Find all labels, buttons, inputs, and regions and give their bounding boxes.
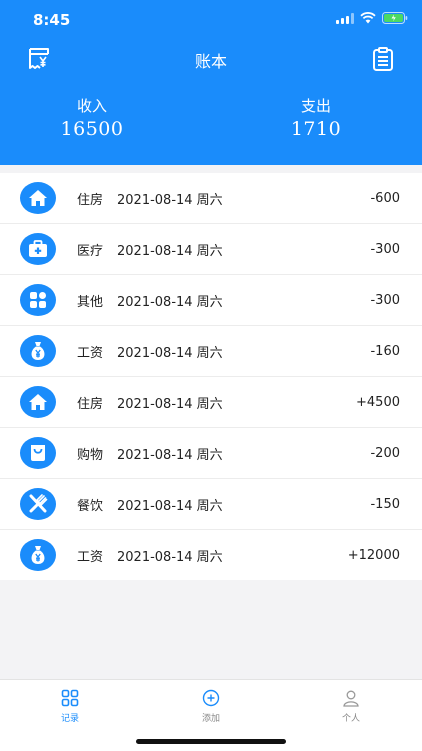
list-item[interactable]: 工资 2021-08-14 周六 +12000 [0,530,422,580]
list-item[interactable]: 购物 2021-08-14 周六 -200 [0,428,422,479]
list-item[interactable]: 住房 2021-08-14 周六 +4500 [0,377,422,428]
record-date: 2021-08-14 周六 [117,549,223,565]
tab-records[interactable]: 记录 [40,689,100,724]
record-amount: -600 [370,190,400,206]
money-bag-icon [20,539,56,571]
record-category: 工资 [77,549,104,565]
wifi-icon [360,12,376,24]
status-icons [336,12,408,24]
income-value: 16500 [60,118,124,140]
record-category: 餐饮 [77,498,104,514]
list-item[interactable]: 餐饮 2021-08-14 周六 -150 [0,479,422,530]
record-date: 2021-08-14 周六 [117,192,223,208]
record-amount: +4500 [356,394,400,410]
expense-label: 支出 [300,97,331,115]
record-amount: -300 [370,292,400,308]
income-label: 收入 [76,97,107,115]
expense-value: 1710 [290,118,342,140]
record-date: 2021-08-14 周六 [117,447,223,463]
list-item[interactable]: 住房 2021-08-14 周六 -600 [0,173,422,224]
expense-summary: 支出 1710 [236,95,396,140]
record-date: 2021-08-14 周六 [117,498,223,514]
record-category: 购物 [77,447,104,463]
record-amount: -300 [370,241,400,257]
home-indicator [136,739,286,744]
record-amount: +12000 [347,547,400,563]
house-icon [20,182,56,214]
tab-label: 记录 [60,714,79,724]
tab-profile[interactable]: 个人 [321,689,381,724]
plus-circle-icon [202,689,220,707]
record-date: 2021-08-14 周六 [117,243,223,259]
record-category: 其他 [77,294,104,310]
record-category: 住房 [77,396,104,412]
record-amount: -200 [370,445,400,461]
utensils-icon [20,488,56,520]
list-item[interactable]: 其他 2021-08-14 周六 -300 [0,275,422,326]
record-category: 医疗 [77,243,104,259]
battery-icon [382,12,408,24]
person-icon [342,689,360,707]
record-date: 2021-08-14 周六 [117,396,223,412]
list-item[interactable]: 工资 2021-08-14 周六 -160 [0,326,422,377]
grid-icon [61,689,79,707]
record-date: 2021-08-14 周六 [117,294,223,310]
clipboard-icon[interactable] [370,46,396,72]
record-list: 住房 2021-08-14 周六 -600 医疗 2021-08-14 周六 -… [0,173,422,580]
record-amount: -160 [370,343,400,359]
money-bag-icon [20,335,56,367]
record-category: 住房 [77,192,104,208]
tab-label: 添加 [201,714,220,724]
page-title: 账本 [194,52,227,71]
tab-add[interactable]: 添加 [181,689,241,724]
status-time: 8:45 [33,11,71,29]
medical-kit-icon [20,233,56,265]
record-amount: -150 [370,496,400,512]
list-item[interactable]: 医疗 2021-08-14 周六 -300 [0,224,422,275]
grid-icon [20,284,56,316]
house-icon [20,386,56,418]
income-summary: 收入 16500 [12,95,172,140]
header: 8:45 账本 收入 16500 支出 1710 [0,0,422,165]
record-category: 工资 [77,345,104,361]
signal-icon [336,12,354,24]
shopping-bag-icon [20,437,56,469]
tab-label: 个人 [341,714,360,724]
record-date: 2021-08-14 周六 [117,345,223,361]
